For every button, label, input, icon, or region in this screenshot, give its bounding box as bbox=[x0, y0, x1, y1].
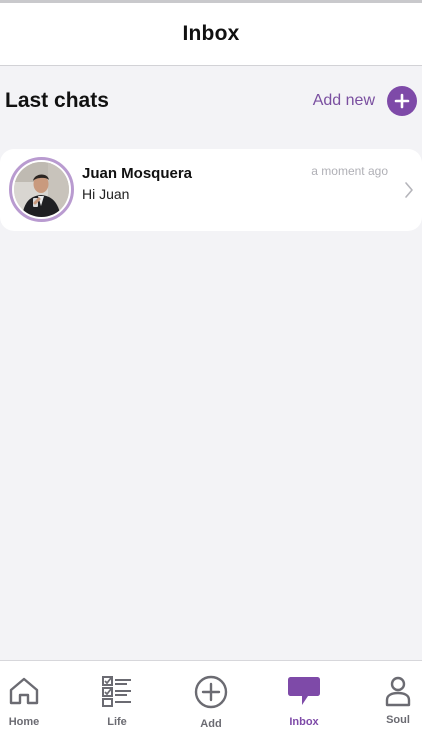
chat-bubble-icon bbox=[287, 675, 321, 712]
chat-message-preview: Hi Juan bbox=[82, 186, 130, 202]
nav-label-home: Home bbox=[8, 716, 40, 728]
user-icon bbox=[384, 675, 412, 712]
checklist-icon bbox=[101, 675, 133, 712]
nav-item-inbox[interactable]: Inbox bbox=[262, 661, 346, 750]
nav-label-add: Add bbox=[200, 718, 222, 730]
add-new-button[interactable]: Add new bbox=[313, 86, 417, 116]
inbox-screen: Inbox Last chats Add new Juan Mosquera H… bbox=[0, 0, 422, 750]
page-title: Inbox bbox=[182, 22, 240, 45]
chevron-right-icon bbox=[404, 181, 414, 204]
nav-item-soul[interactable]: Soul bbox=[356, 661, 422, 750]
chat-contact-name: Juan Mosquera bbox=[82, 165, 193, 182]
plus-icon[interactable] bbox=[387, 86, 417, 116]
section-header: Last chats Add new bbox=[0, 84, 422, 118]
add-new-label: Add new bbox=[312, 92, 375, 109]
nav-label-soul: Soul bbox=[386, 714, 410, 726]
bottom-navigation: Home Life Add Inbox Soul bbox=[0, 660, 422, 750]
nav-item-life[interactable]: Life bbox=[75, 661, 159, 750]
nav-item-home[interactable]: Home bbox=[0, 661, 66, 750]
chat-timestamp: a moment ago bbox=[311, 164, 388, 178]
nav-label-life: Life bbox=[107, 716, 127, 728]
nav-label-inbox: Inbox bbox=[289, 716, 319, 728]
avatar-ring bbox=[9, 157, 74, 222]
chat-list-item[interactable]: Juan Mosquera Hi Juan a moment ago bbox=[0, 149, 422, 231]
add-circle-icon bbox=[194, 675, 228, 714]
avatar bbox=[14, 162, 69, 217]
section-title: Last chats bbox=[5, 89, 109, 112]
nav-item-add[interactable]: Add bbox=[169, 661, 253, 750]
header: Inbox bbox=[0, 3, 422, 66]
home-icon bbox=[8, 675, 40, 712]
